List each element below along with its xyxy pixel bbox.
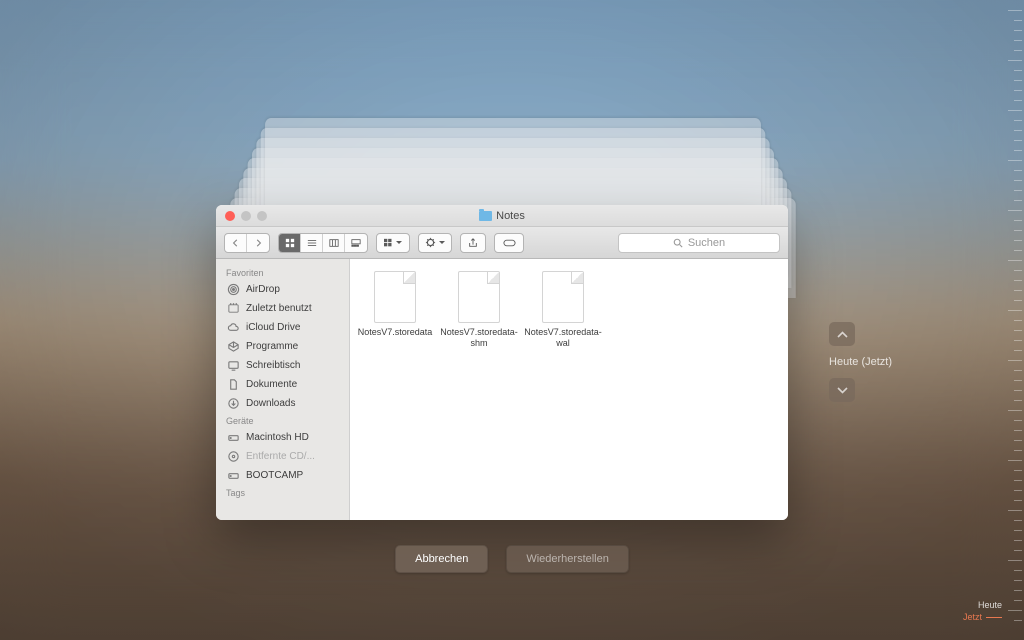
snapshot-nav: Heute (Jetzt) bbox=[829, 322, 892, 402]
sidebar-item-desktop[interactable]: Schreibtisch bbox=[216, 356, 349, 375]
favorites-header: Favoriten bbox=[216, 265, 349, 280]
cloud-icon bbox=[226, 322, 240, 334]
recent-icon bbox=[226, 303, 240, 315]
folder-icon bbox=[479, 211, 492, 221]
file-name: NotesV7.storedata-shm bbox=[440, 327, 518, 349]
sidebar-item-documents[interactable]: Dokumente bbox=[216, 375, 349, 394]
maximize-button[interactable] bbox=[257, 211, 267, 221]
desktop-icon bbox=[226, 360, 240, 372]
toolbar: Suchen bbox=[216, 227, 788, 259]
list-view-button[interactable] bbox=[301, 234, 323, 252]
file-item[interactable]: NotesV7.storedata bbox=[356, 271, 434, 338]
hdd-icon bbox=[226, 432, 240, 444]
search-input[interactable]: Suchen bbox=[618, 233, 780, 253]
sidebar-item-macintosh-hd[interactable]: Macintosh HD bbox=[216, 428, 349, 447]
view-mode[interactable] bbox=[278, 233, 368, 253]
sidebar-item-icloud[interactable]: iCloud Drive bbox=[216, 318, 349, 337]
snapshot-up-button[interactable] bbox=[829, 322, 855, 346]
forward-button[interactable] bbox=[247, 234, 269, 252]
devices-header: Geräte bbox=[216, 413, 349, 428]
file-grid: NotesV7.storedata NotesV7.storedata-shm … bbox=[350, 259, 788, 520]
file-item[interactable]: NotesV7.storedata-wal bbox=[524, 271, 602, 349]
icon-view-button[interactable] bbox=[279, 234, 301, 252]
search-placeholder: Suchen bbox=[688, 237, 725, 249]
action-button[interactable] bbox=[418, 233, 452, 253]
cancel-button[interactable]: Abbrechen bbox=[395, 545, 488, 573]
sidebar: Favoriten AirDrop Zuletzt benutzt iCloud… bbox=[216, 259, 350, 520]
apps-icon bbox=[226, 341, 240, 353]
minimize-button[interactable] bbox=[241, 211, 251, 221]
tags-header: Tags bbox=[216, 485, 349, 500]
sidebar-item-downloads[interactable]: Downloads bbox=[216, 394, 349, 413]
close-button[interactable] bbox=[225, 211, 235, 221]
snapshot-down-button[interactable] bbox=[829, 378, 855, 402]
column-view-button[interactable] bbox=[323, 234, 345, 252]
file-item[interactable]: NotesV7.storedata-shm bbox=[440, 271, 518, 349]
file-icon bbox=[374, 271, 416, 323]
sidebar-item-airdrop[interactable]: AirDrop bbox=[216, 280, 349, 299]
snapshot-current-label: Heute (Jetzt) bbox=[829, 356, 892, 368]
sidebar-item-recents[interactable]: Zuletzt benutzt bbox=[216, 299, 349, 318]
titlebar[interactable]: Notes bbox=[216, 205, 788, 227]
gallery-view-button[interactable] bbox=[345, 234, 367, 252]
file-icon bbox=[458, 271, 500, 323]
documents-icon bbox=[226, 379, 240, 391]
timeline-heute-label: Heute bbox=[963, 599, 1002, 612]
share-button[interactable] bbox=[460, 233, 486, 253]
file-name: NotesV7.storedata-wal bbox=[524, 327, 602, 349]
airdrop-icon bbox=[226, 284, 240, 296]
hdd-icon bbox=[226, 470, 240, 482]
file-name: NotesV7.storedata bbox=[358, 327, 433, 338]
file-icon bbox=[542, 271, 584, 323]
back-button[interactable] bbox=[225, 234, 247, 252]
tags-button[interactable] bbox=[494, 233, 524, 253]
nav-back-forward[interactable] bbox=[224, 233, 270, 253]
sidebar-item-apps[interactable]: Programme bbox=[216, 337, 349, 356]
restore-button[interactable]: Wiederherstellen bbox=[506, 545, 629, 573]
disc-icon bbox=[226, 451, 240, 463]
arrange-button[interactable] bbox=[376, 233, 410, 253]
timeline-jetzt-label: Jetzt bbox=[963, 611, 1002, 624]
finder-window: Notes Suchen Favoriten AirDrop Zuletzt b… bbox=[216, 205, 788, 520]
downloads-icon bbox=[226, 398, 240, 410]
window-title: Notes bbox=[216, 210, 788, 222]
sidebar-item-bootcamp[interactable]: BOOTCAMP bbox=[216, 466, 349, 485]
timeline[interactable] bbox=[1004, 10, 1022, 630]
sidebar-item-remote-cd[interactable]: Entfernte CD/... bbox=[216, 447, 349, 466]
